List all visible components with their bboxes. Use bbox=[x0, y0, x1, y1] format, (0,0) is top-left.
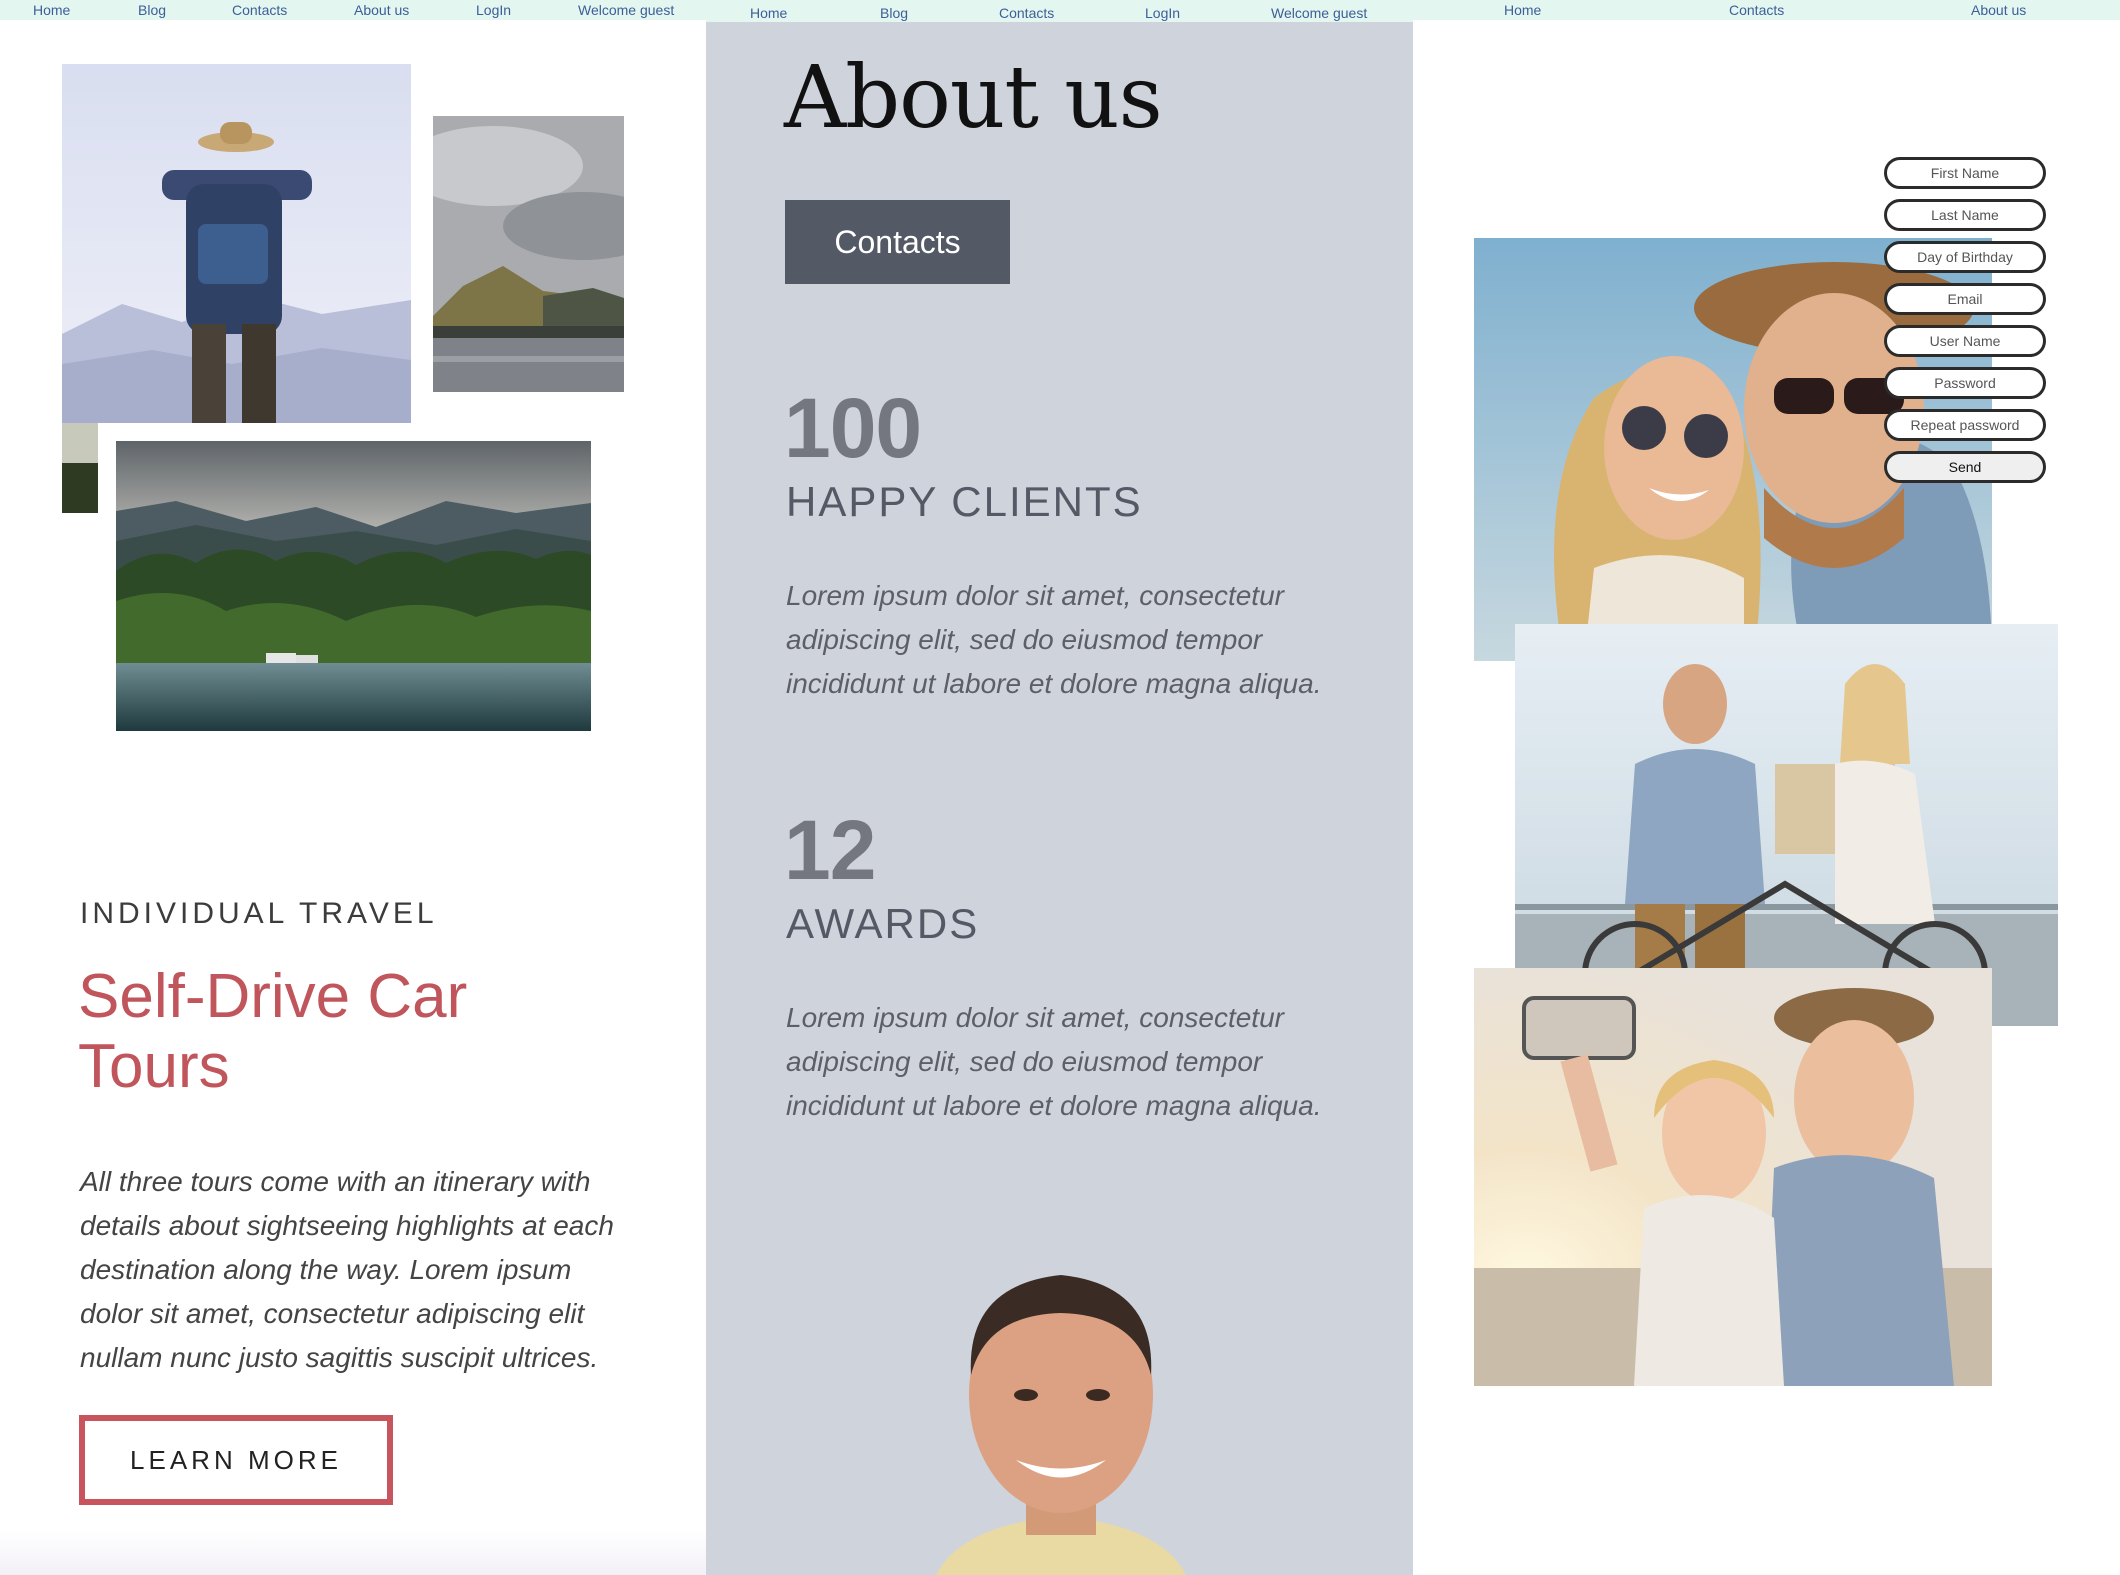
registration-form: Send bbox=[1884, 157, 2046, 483]
nav-about-link[interactable]: About us bbox=[1971, 2, 2026, 18]
nav-welcome-link[interactable]: Welcome guest bbox=[1271, 5, 1367, 21]
about-panel: Home Blog Contacts LogIn Welcome guest A… bbox=[706, 0, 1413, 1575]
nav-login-link[interactable]: LogIn bbox=[1145, 5, 1180, 21]
stat-text-clients: Lorem ipsum dolor sit amet, consectetur … bbox=[786, 580, 1322, 699]
nav-about-link[interactable]: About us bbox=[354, 2, 409, 18]
hiker-photo bbox=[62, 64, 411, 423]
first-name-field[interactable] bbox=[1884, 157, 2046, 189]
repeat-password-field[interactable] bbox=[1884, 409, 2046, 441]
nav-contacts-link[interactable]: Contacts bbox=[232, 2, 287, 18]
tour-title: Self-Drive Car Tours bbox=[78, 962, 468, 1101]
last-name-field[interactable] bbox=[1884, 199, 2046, 231]
stat-label-clients: HAPPY CLIENTS bbox=[786, 478, 1143, 525]
stat-number-awards: 12 bbox=[784, 803, 876, 897]
nav-home-link[interactable]: Home bbox=[750, 5, 787, 21]
man-portrait-photo bbox=[876, 1245, 1246, 1575]
lake-forest-photo bbox=[116, 441, 591, 731]
send-button[interactable]: Send bbox=[1884, 451, 2046, 483]
nav-contacts-link[interactable]: Contacts bbox=[1729, 2, 1784, 18]
signup-panel: Home Contacts About us First Name Last N… bbox=[1413, 0, 2120, 1575]
tour-description: All three tours come with an itinerary w… bbox=[80, 1166, 614, 1373]
stat-text-awards: Lorem ipsum dolor sit amet, consectetur … bbox=[786, 1002, 1322, 1121]
nav-home-link[interactable]: Home bbox=[1504, 2, 1541, 18]
email-field[interactable] bbox=[1884, 283, 2046, 315]
password-field[interactable] bbox=[1884, 367, 2046, 399]
stat-label-awards: AWARDS bbox=[786, 900, 980, 947]
nav-welcome-link[interactable]: Welcome guest bbox=[578, 2, 674, 18]
nav-blog-link[interactable]: Blog bbox=[880, 5, 908, 21]
eyebrow-label: INDIVIDUAL TRAVEL bbox=[80, 897, 438, 930]
couple-bike-photo bbox=[1515, 624, 2058, 1026]
travel-panel: Home Blog Contacts About us LogIn Welcom… bbox=[0, 0, 706, 1575]
learn-more-button[interactable]: LEARN MORE bbox=[79, 1415, 393, 1505]
top-nav: Home Blog Contacts About us LogIn Welcom… bbox=[0, 0, 706, 20]
birthday-field[interactable] bbox=[1884, 241, 2046, 273]
nav-blog-link[interactable]: Blog bbox=[138, 2, 166, 18]
hill-road-photo bbox=[433, 116, 624, 392]
top-nav: Home Contacts About us bbox=[1413, 0, 2120, 20]
username-field[interactable] bbox=[1884, 325, 2046, 357]
nav-home-link[interactable]: Home bbox=[33, 2, 70, 18]
nav-login-link[interactable]: LogIn bbox=[476, 2, 511, 18]
top-nav: Home Blog Contacts LogIn Welcome guest bbox=[706, 0, 1413, 22]
page-title: About us bbox=[784, 48, 1163, 148]
stat-number-clients: 100 bbox=[784, 381, 922, 475]
couple-selfie-photo bbox=[1474, 968, 1992, 1386]
nav-contacts-link[interactable]: Contacts bbox=[999, 5, 1054, 21]
contacts-button[interactable]: Contacts bbox=[785, 200, 1010, 284]
photo-edge bbox=[62, 423, 98, 513]
